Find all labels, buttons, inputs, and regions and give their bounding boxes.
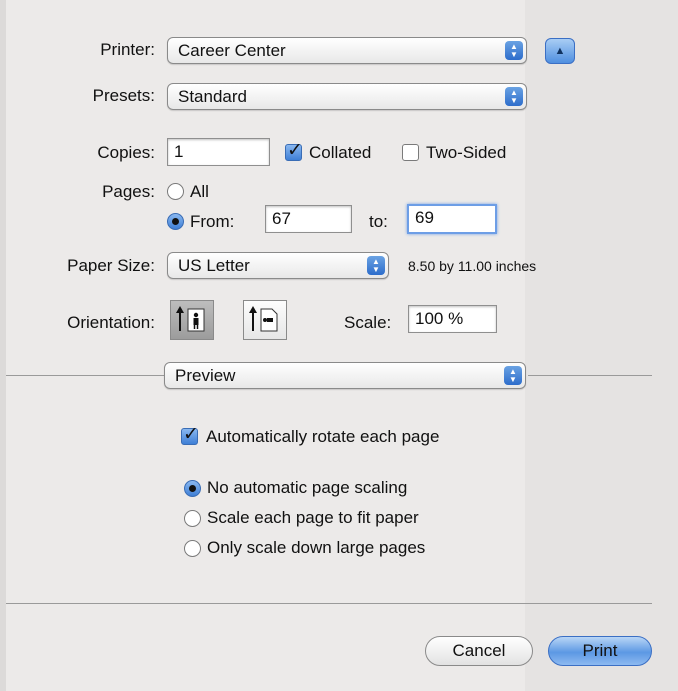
popup-arrows-icon: ▲ ▼ (505, 41, 523, 60)
scale-fit-radio[interactable] (184, 510, 201, 527)
presets-value: Standard (178, 87, 247, 106)
paper-dimensions: 8.50 by 11.00 inches (408, 258, 537, 274)
collated-checkbox[interactable]: ✓ (285, 140, 303, 161)
pages-from-label: From: (190, 212, 235, 231)
two-sided-checkbox[interactable] (402, 144, 419, 161)
printer-popup[interactable]: Career Center ▲ ▼ (167, 37, 527, 64)
scale-down-label: Only scale down large pages (207, 538, 426, 557)
popup-arrows-icon: ▲ ▼ (367, 256, 385, 275)
orientation-landscape-button[interactable] (243, 300, 287, 340)
bottom-divider (6, 603, 652, 604)
scale-down-radio[interactable] (184, 540, 201, 557)
popup-arrows-icon: ▲ ▼ (505, 87, 523, 106)
presets-label: Presets: (92, 86, 155, 105)
to-page-field[interactable]: 69 (407, 204, 497, 234)
printer-label: Printer: (100, 40, 155, 59)
copies-field[interactable]: 1 (167, 138, 270, 166)
left-edge (0, 0, 6, 691)
scale-field[interactable]: 100 % (408, 305, 497, 333)
landscape-orientation-icon (249, 306, 278, 332)
disclosure-triangle-button[interactable]: ▲ (545, 38, 575, 64)
pages-all-radio[interactable] (167, 183, 184, 200)
section-popup[interactable]: Preview ▲ ▼ (164, 362, 526, 389)
divider-left (6, 375, 164, 376)
pages-all-label: All (190, 182, 209, 201)
pages-label: Pages: (102, 182, 155, 201)
printer-value: Career Center (178, 41, 286, 60)
window-shadow-region (525, 0, 678, 691)
print-button[interactable]: Print (548, 636, 652, 666)
portrait-orientation-icon (176, 306, 205, 332)
cancel-button[interactable]: Cancel (425, 636, 533, 666)
popup-arrows-icon: ▲ ▼ (504, 366, 522, 385)
paper-size-label: Paper Size: (67, 256, 155, 275)
no-scaling-radio[interactable] (184, 480, 201, 497)
two-sided-label: Two-Sided (426, 143, 507, 162)
pages-from-radio[interactable] (167, 213, 184, 230)
presets-popup[interactable]: Standard ▲ ▼ (167, 83, 527, 110)
checkmark-icon: ✓ (287, 140, 303, 161)
scale-label: Scale: (344, 313, 392, 332)
paper-size-value: US Letter (178, 256, 250, 275)
scale-fit-label: Scale each page to fit paper (207, 508, 419, 527)
section-value: Preview (175, 366, 236, 385)
auto-rotate-label: Automatically rotate each page (206, 427, 440, 446)
copies-label: Copies: (97, 143, 155, 162)
orientation-portrait-button[interactable] (170, 300, 214, 340)
paper-size-popup[interactable]: US Letter ▲ ▼ (167, 252, 389, 279)
no-scaling-label: No automatic page scaling (207, 478, 408, 497)
to-label: to: (369, 212, 388, 231)
collated-label: Collated (309, 143, 372, 162)
auto-rotate-checkbox[interactable]: ✓ (181, 424, 199, 445)
checkmark-icon: ✓ (183, 424, 199, 445)
from-page-field[interactable]: 67 (265, 205, 352, 233)
divider-right (528, 375, 652, 376)
orientation-label: Orientation: (67, 313, 155, 332)
